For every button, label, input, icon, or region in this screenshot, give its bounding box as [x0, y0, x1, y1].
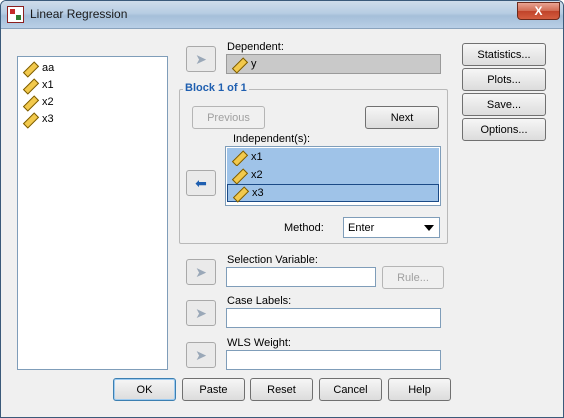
paste-button[interactable]: Paste: [182, 378, 245, 401]
previous-block-button[interactable]: Previous: [192, 106, 265, 129]
variable-item[interactable]: aa: [22, 59, 54, 76]
reset-button[interactable]: Reset: [250, 378, 313, 401]
move-selection-button[interactable]: ➤: [186, 259, 216, 285]
move-wls-weight-button[interactable]: ➤: [186, 342, 216, 368]
help-button[interactable]: Help: [388, 378, 451, 401]
statistics-button[interactable]: Statistics...: [462, 43, 546, 66]
dependent-label: Dependent:: [227, 41, 284, 53]
wls-weight-field[interactable]: [226, 350, 441, 370]
window-title: Linear Regression: [30, 7, 128, 21]
selection-variable-label: Selection Variable:: [227, 254, 318, 266]
cancel-button[interactable]: Cancel: [319, 378, 382, 401]
arrow-right-icon: ➤: [195, 51, 207, 67]
scale-variable-icon: [231, 168, 245, 182]
options-button[interactable]: Options...: [462, 118, 546, 141]
variable-label: x2: [42, 95, 54, 108]
next-block-button[interactable]: Next: [365, 106, 439, 129]
move-independent-button[interactable]: ⬅: [186, 170, 216, 196]
arrow-right-icon: ➤: [195, 264, 207, 280]
wls-weight-label: WLS Weight:: [227, 337, 291, 349]
method-label: Method:: [284, 222, 324, 234]
scale-variable-icon: [22, 112, 36, 126]
source-variable-list[interactable]: aa x1 x2 x3: [17, 56, 168, 370]
save-button[interactable]: Save...: [462, 93, 546, 116]
method-select[interactable]: Enter: [343, 217, 440, 238]
rule-button[interactable]: Rule...: [382, 266, 444, 289]
variable-label: x1: [42, 78, 54, 91]
independent-label: x1: [251, 151, 263, 163]
spss-app-icon: [7, 6, 24, 23]
case-labels-label: Case Labels:: [227, 295, 292, 307]
independents-label: Independent(s):: [233, 133, 311, 145]
arrow-left-icon: ⬅: [195, 175, 207, 191]
chevron-down-icon: [424, 225, 434, 231]
scale-variable-icon: [231, 57, 245, 71]
block-title: Block 1 of 1: [183, 82, 249, 94]
close-button[interactable]: X: [517, 2, 560, 20]
arrow-right-icon: ➤: [195, 347, 207, 363]
variable-label: x3: [42, 112, 54, 125]
method-value: Enter: [348, 221, 375, 234]
variable-item[interactable]: x3: [22, 110, 54, 127]
move-case-labels-button[interactable]: ➤: [186, 300, 216, 326]
independent-item[interactable]: x2: [227, 166, 439, 184]
scale-variable-icon: [232, 186, 246, 200]
independent-item[interactable]: x3: [227, 184, 439, 202]
variable-item[interactable]: x2: [22, 93, 54, 110]
arrow-right-icon: ➤: [195, 305, 207, 321]
title-bar[interactable]: Linear Regression X: [1, 1, 563, 29]
case-labels-field[interactable]: [226, 308, 441, 328]
independent-item[interactable]: x1: [227, 148, 439, 166]
variable-item[interactable]: x1: [22, 76, 54, 93]
plots-button[interactable]: Plots...: [462, 68, 546, 91]
variable-label: aa: [42, 61, 55, 74]
scale-variable-icon: [22, 95, 36, 109]
dependent-field[interactable]: y: [226, 54, 441, 74]
scale-variable-icon: [22, 78, 36, 92]
move-dependent-button[interactable]: ➤: [186, 46, 216, 72]
independent-label: x2: [251, 169, 263, 181]
dependent-value: y: [251, 58, 257, 70]
scale-variable-icon: [22, 61, 36, 75]
linear-regression-dialog: Linear Regression X aa x1 x2 x3 ➤ Depend…: [0, 0, 564, 418]
scale-variable-icon: [231, 150, 245, 164]
selection-variable-field[interactable]: [226, 267, 376, 287]
independents-list[interactable]: x1 x2 x3: [225, 146, 441, 206]
ok-button[interactable]: OK: [113, 378, 176, 401]
independent-label: x3: [252, 187, 264, 199]
